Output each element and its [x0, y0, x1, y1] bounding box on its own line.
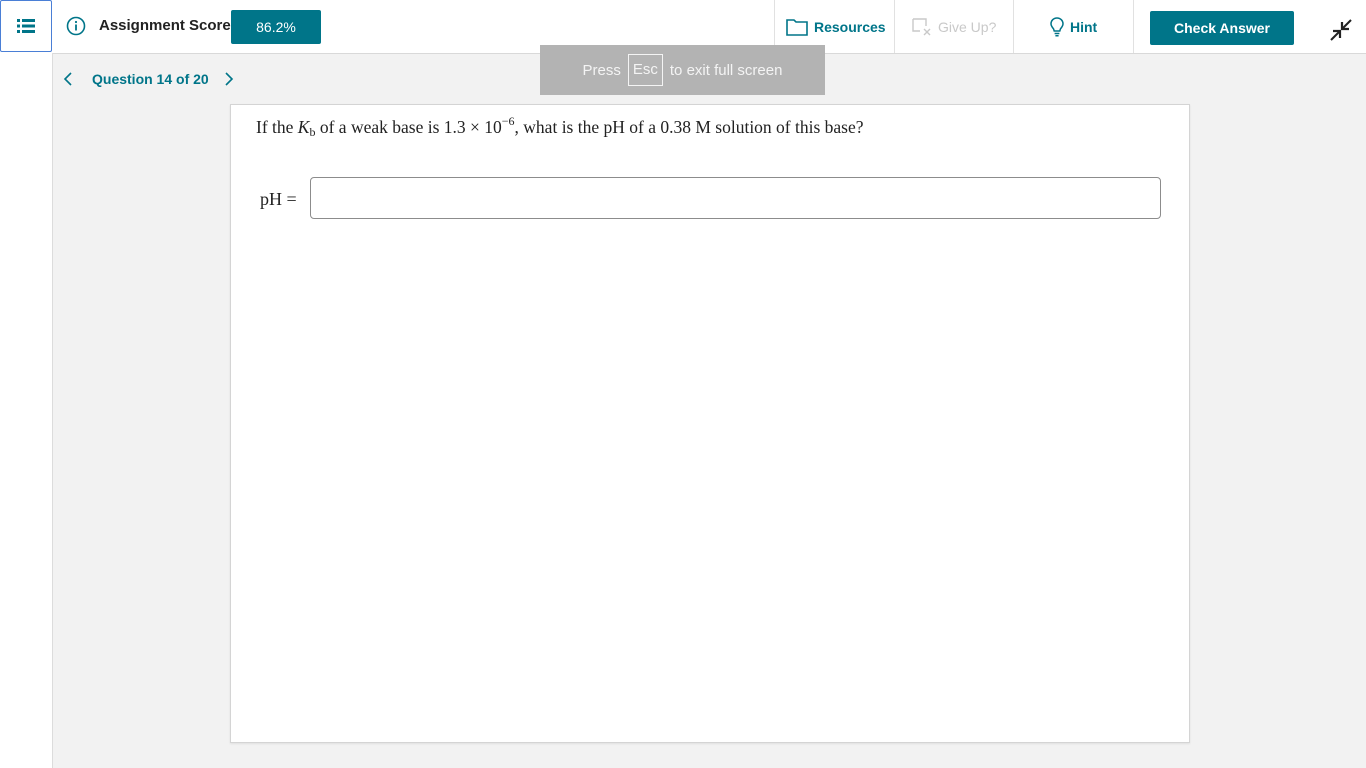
toast-esc-key: Esc — [627, 54, 663, 86]
check-answer-button[interactable]: Check Answer — [1150, 11, 1294, 45]
assignment-score-badge: 86.2% — [231, 10, 321, 44]
assignment-score-label: Assignment Score: — [99, 17, 236, 34]
info-icon[interactable] — [66, 16, 86, 36]
question-prefix: If the — [256, 117, 298, 137]
previous-question-button[interactable] — [58, 72, 78, 86]
exponent: −6 — [501, 114, 515, 128]
list-icon — [17, 19, 35, 33]
give-up-button[interactable]: Give Up? — [912, 0, 1012, 53]
question-card: If the Kb of a weak base is 1.3 × 10−6, … — [230, 104, 1190, 743]
question-suffix: , what is the pH of a 0.38 M solution of… — [514, 117, 864, 137]
divider — [894, 0, 895, 53]
question-list-button[interactable] — [0, 0, 52, 52]
exit-fullscreen-toast: Press Esc to exit full screen — [540, 45, 825, 95]
exit-fullscreen-icon[interactable] — [1328, 17, 1354, 43]
hint-button[interactable]: Hint — [1050, 0, 1130, 53]
chevron-right-icon — [225, 72, 233, 86]
toast-press-text: Press — [582, 61, 621, 79]
ph-answer-input[interactable] — [310, 177, 1161, 219]
give-up-icon — [912, 17, 931, 35]
lightbulb-icon — [1050, 16, 1064, 37]
next-question-button[interactable] — [219, 72, 239, 86]
give-up-label: Give Up? — [938, 18, 997, 35]
chevron-left-icon — [63, 72, 72, 86]
toast-rest-text: to exit full screen — [669, 61, 783, 79]
question-counter: Question 14 of 20 — [92, 71, 209, 87]
folder-icon — [786, 18, 808, 36]
kb-symbol: K — [297, 117, 310, 137]
divider — [1013, 0, 1014, 53]
left-rail — [0, 53, 53, 768]
resources-label: Resources — [814, 18, 886, 35]
question-mid: of a weak base is 1.3 × 10 — [315, 117, 502, 137]
hint-label: Hint — [1070, 18, 1098, 35]
question-navigation: Question 14 of 20 — [58, 64, 239, 94]
divider — [1133, 0, 1134, 53]
question-text: If the Kb of a weak base is 1.3 × 10−6, … — [256, 114, 864, 138]
ph-answer-label: pH = — [260, 189, 297, 209]
